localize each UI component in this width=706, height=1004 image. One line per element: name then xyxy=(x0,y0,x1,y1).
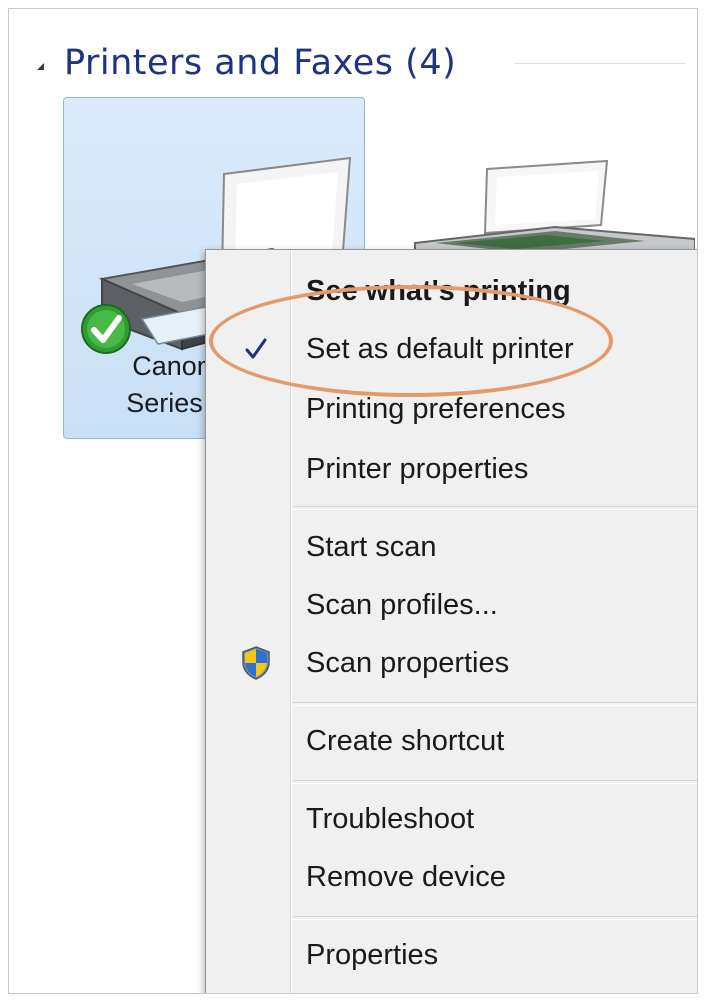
menu-item-printer-properties[interactable]: Printer properties xyxy=(206,440,697,498)
group-header[interactable]: Printers and Faxes (4) xyxy=(37,35,456,91)
uac-shield-icon xyxy=(236,634,276,692)
checkmark-icon xyxy=(236,320,276,378)
group-title: Printers and Faxes (4) xyxy=(64,43,457,83)
context-menu: See what's printing Set as default print… xyxy=(205,249,697,993)
menu-item-label: Remove device xyxy=(306,861,506,893)
menu-separator xyxy=(292,506,697,510)
collapse-arrow-icon[interactable] xyxy=(37,62,44,70)
menu-item-scan-profiles[interactable]: Scan profiles... xyxy=(206,576,697,634)
menu-item-label: Printing preferences xyxy=(306,393,566,425)
menu-item-scan-properties[interactable]: Scan properties xyxy=(206,634,697,692)
menu-item-remove-device[interactable]: Remove device xyxy=(206,848,697,906)
menu-item-label: See what's printing xyxy=(306,275,571,307)
menu-item-properties[interactable]: Properties xyxy=(206,926,697,984)
menu-item-set-as-default-printer[interactable]: Set as default printer xyxy=(206,320,697,378)
menu-item-label: Create shortcut xyxy=(306,725,505,757)
menu-item-label: Set as default printer xyxy=(306,333,574,365)
menu-item-create-shortcut[interactable]: Create shortcut xyxy=(206,712,697,770)
menu-separator xyxy=(292,702,697,706)
group-divider xyxy=(515,63,685,64)
menu-item-label: Properties xyxy=(306,939,439,971)
menu-item-label: Troubleshoot xyxy=(306,803,475,835)
menu-item-label: Scan profiles... xyxy=(306,589,498,621)
menu-item-label: Printer properties xyxy=(306,453,529,485)
menu-item-start-scan[interactable]: Start scan xyxy=(206,518,697,576)
menu-item-label: Scan properties xyxy=(306,647,510,679)
menu-separator xyxy=(292,916,697,920)
menu-item-label: Start scan xyxy=(306,531,437,563)
menu-item-printing-preferences[interactable]: Printing preferences xyxy=(206,380,697,438)
menu-item-see-whats-printing[interactable]: See what's printing xyxy=(206,262,697,320)
menu-item-troubleshoot[interactable]: Troubleshoot xyxy=(206,790,697,848)
menu-separator xyxy=(292,780,697,784)
devices-and-printers-window: Printers and Faxes (4) Canon Series I Se… xyxy=(8,8,698,994)
